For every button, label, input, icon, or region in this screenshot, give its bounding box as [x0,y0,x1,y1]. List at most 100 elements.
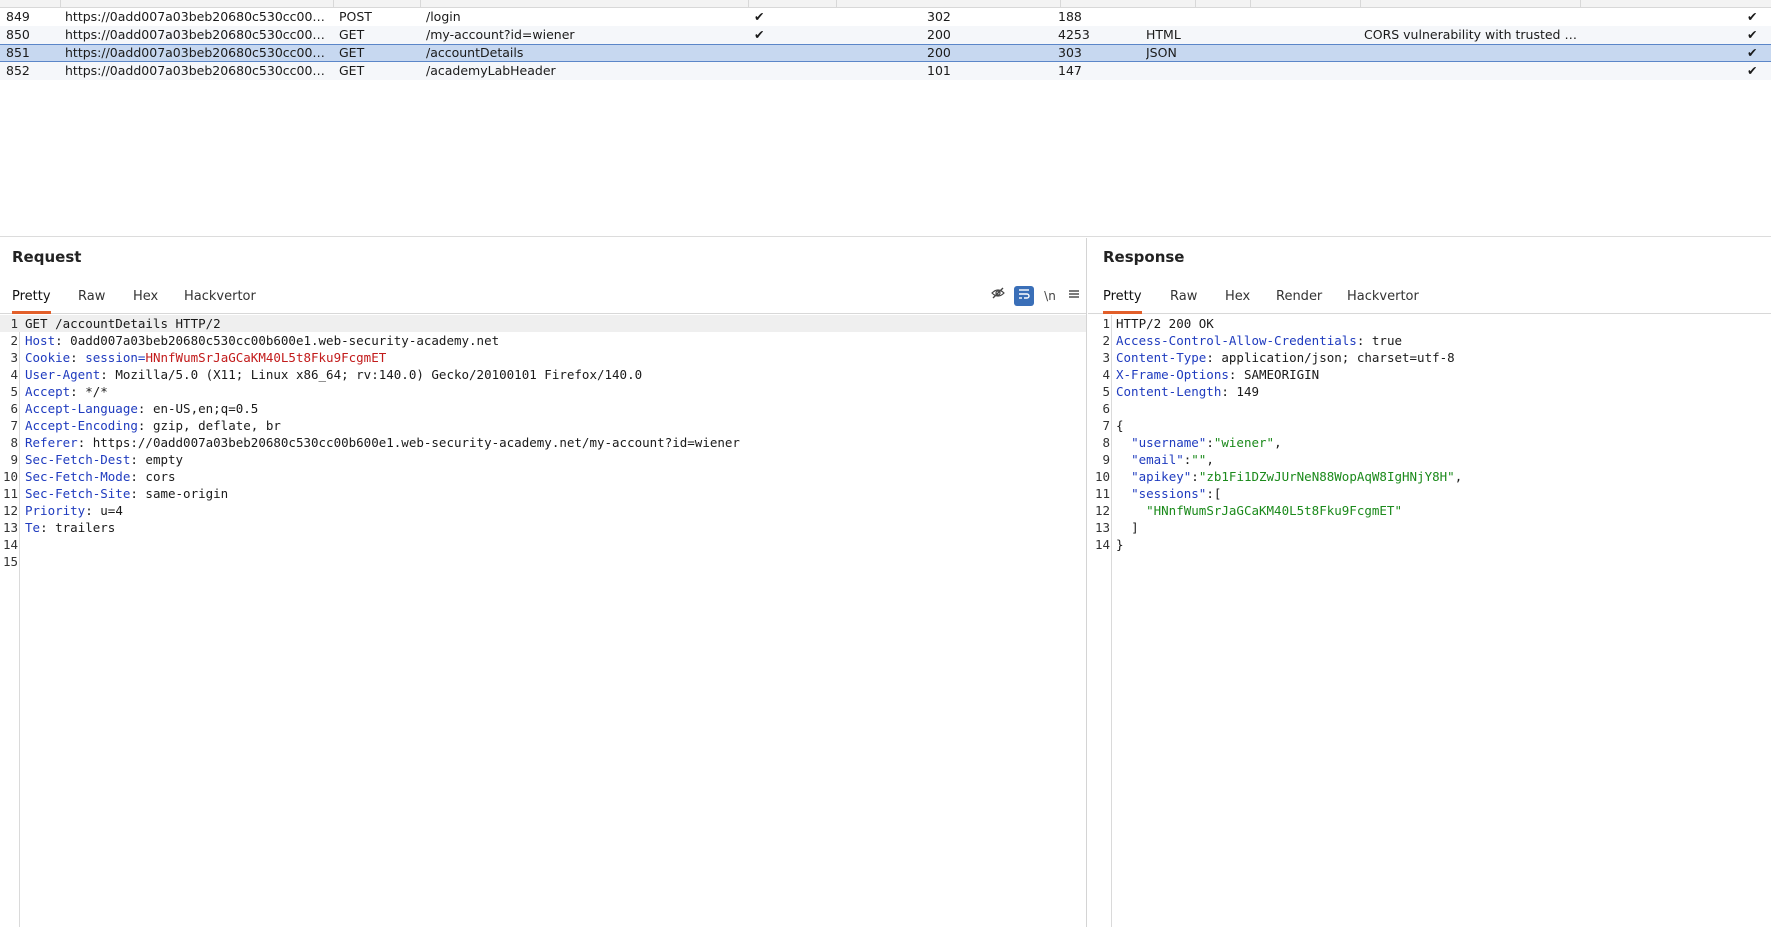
tab-request-pretty[interactable]: Pretty [12,282,51,314]
table-row[interactable]: 852 https://0add007a03beb20680c530cc00b60… [0,62,1771,80]
json-string: "wiener" [1213,435,1275,450]
code-line: 12 "HNnfWumSrJaGCaKM40L5t8Fku9FcgmET" [1088,502,1771,519]
line-text: Accept-Language: en-US,en;q=0.5 [25,400,258,417]
line-number: 5 [1102,384,1110,399]
line-number: 6 [10,401,18,416]
eye-off-icon[interactable] [988,286,1008,306]
tab-request-raw[interactable]: Raw [78,282,105,314]
line-number: 14 [2,537,18,552]
line-text: "username":"wiener", [1116,434,1282,451]
request-pane: Request Pretty Raw Hex Hackvertor \n 1 GE… [0,238,1087,927]
line-text: Sec-Fetch-Mode: cors [25,468,176,485]
table-row[interactable]: 850 https://0add007a03beb20680c530cc00b60… [0,26,1771,44]
table-header[interactable] [0,0,1771,8]
line-text: Host: 0add007a03beb20680c530cc00b600e1.w… [25,332,499,349]
tab-request-hackvertor[interactable]: Hackvertor [184,282,256,314]
line-number: 3 [10,350,18,365]
line-number: 9 [1102,452,1110,467]
code-line: 13 Te: trailers [0,519,1086,536]
line-text: Referer: https://0add007a03beb20680c530c… [25,434,740,451]
line-text: Sec-Fetch-Site: same-origin [25,485,228,502]
header-name: Te [25,520,41,535]
line-number: 8 [10,435,18,450]
header-name: Accept-Encoding [25,418,138,433]
header-separator: : [130,486,146,501]
code-line: 12 Priority: u=4 [0,502,1086,519]
header-separator: : [1206,350,1222,365]
row-url: /accountDetails [426,45,524,60]
header-separator: : [70,350,86,365]
line-number: 14 [1094,537,1110,552]
code-line: 3 Content-Type: application/json; charset… [1088,349,1771,366]
header-name: Sec-Fetch-Site [25,486,131,501]
row-host: https://0add007a03beb20680c530cc00b60... [65,45,330,60]
json-punct: , [1274,435,1282,450]
line-number: 7 [1102,418,1110,433]
line-text: "email":"", [1116,451,1214,468]
line-number: 12 [2,503,18,518]
code-line: 15 [0,553,1086,570]
row-length: 4253 [1058,27,1090,42]
header-separator: : [40,520,56,535]
code-line: 4 X-Frame-Options: SAMEORIGIN [1088,366,1771,383]
line-number: 1 [1102,316,1110,331]
newline-icon[interactable]: \n [1040,286,1060,306]
line-number: 1 [10,316,18,331]
request-editor[interactable]: 1 GET /accountDetails HTTP/2 2 Host: 0add00… [0,315,1086,927]
tab-response-hackvertor[interactable]: Hackvertor [1347,282,1419,314]
header-separator: : [1356,333,1372,348]
tab-response-pretty[interactable]: Pretty [1103,282,1142,314]
row-number: 850 [6,27,30,42]
header-separator: : [1221,384,1237,399]
table-row[interactable]: 851 https://0add007a03beb20680c530cc00b60… [0,44,1771,62]
request-title: Request [12,248,82,266]
code-line: 5 Accept: */* [0,383,1086,400]
code-line: 6 [1088,400,1771,417]
tab-response-render[interactable]: Render [1276,282,1322,314]
line-text: Content-Type: application/json; charset=… [1116,349,1455,366]
row-check-icon: ✔ [1747,27,1758,42]
line-number: 4 [10,367,18,382]
row-mime: JSON [1146,45,1177,60]
tab-response-hex[interactable]: Hex [1225,282,1250,314]
menu-icon[interactable] [1064,286,1084,306]
line-text: } [1116,536,1124,553]
table-row[interactable]: 849 https://0add007a03beb20680c530cc00b60… [0,8,1771,26]
row-host: https://0add007a03beb20680c530cc00b60... [65,27,330,42]
row-check-icon: ✔ [1747,45,1758,60]
line-text: Te: trailers [25,519,115,536]
code-line: 7 Accept-Encoding: gzip, deflate, br [0,417,1086,434]
code-line: 10 Sec-Fetch-Mode: cors [0,468,1086,485]
line-number: 6 [1102,401,1110,416]
line-number: 10 [2,469,18,484]
response-tabs: Pretty Raw Hex Render Hackvertor [1088,282,1771,314]
code-line: 14 [0,536,1086,553]
row-length: 303 [1058,45,1082,60]
wrap-icon[interactable] [1014,286,1034,306]
header-name: Sec-Fetch-Mode [25,469,131,484]
tab-response-raw[interactable]: Raw [1170,282,1197,314]
header-value: SAMEORIGIN [1243,367,1320,382]
row-status: 200 [927,45,951,60]
row-status: 200 [927,27,951,42]
header-value: application/json; charset=utf-8 [1221,350,1455,365]
code-line: 11 Sec-Fetch-Site: same-origin [0,485,1086,502]
header-name: Host [25,333,56,348]
row-check-icon: ✔ [1747,63,1758,78]
header-name: Accept-Language [25,401,138,416]
header-value: same-origin [145,486,229,501]
line-text: Access-Control-Allow-Credentials: true [1116,332,1402,349]
line-number: 11 [1094,486,1110,501]
line-text: Sec-Fetch-Dest: empty [25,451,183,468]
row-edited-check-icon: ✔ [754,9,765,24]
json-separator: : [1206,486,1214,501]
code-line: 8 "username":"wiener", [1088,434,1771,451]
line-text: { [1116,417,1124,434]
response-editor[interactable]: 1 HTTP/2 200 OK 2 Access-Control-Allow-Cred… [1088,315,1771,927]
tab-request-hex[interactable]: Hex [133,282,158,314]
header-name: User-Agent [25,367,101,382]
header-value: cors [145,469,176,484]
json-punct: , [1206,452,1214,467]
header-name: Priority [25,503,86,518]
